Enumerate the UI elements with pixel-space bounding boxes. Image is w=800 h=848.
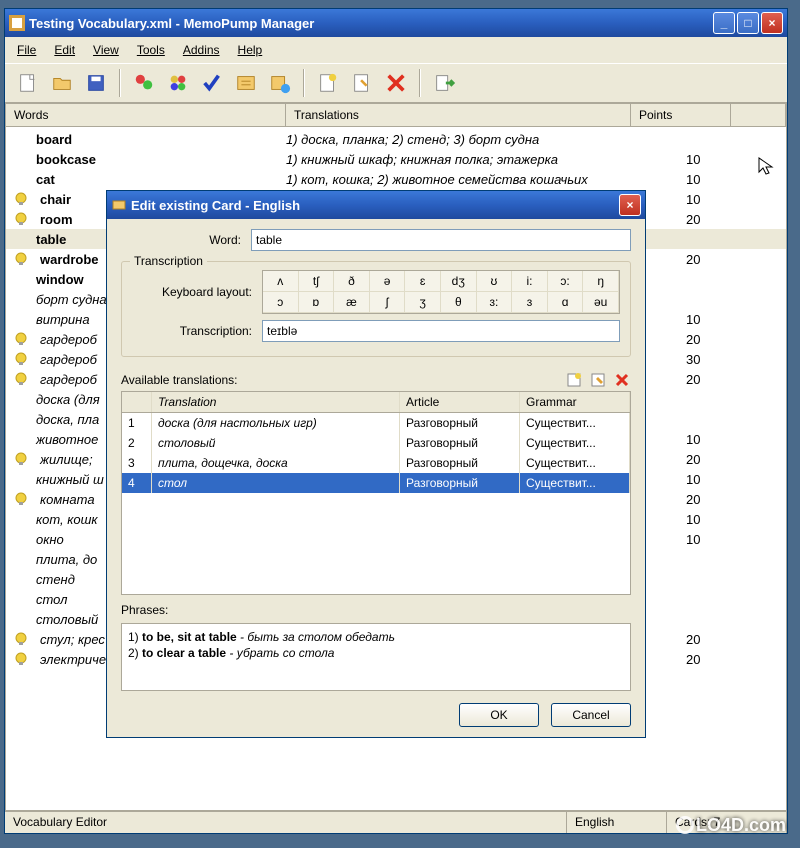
add-translation-button[interactable] [565,371,583,389]
transcription-input[interactable] [262,320,620,342]
kbd-key[interactable]: ð [334,271,370,292]
dialog-titlebar[interactable]: Edit existing Card - English × [107,191,645,219]
app-icon [9,15,25,31]
kbd-key[interactable]: ɜ [512,292,548,313]
kbd-key[interactable]: ʌ [263,271,299,292]
col-points[interactable]: Points [631,104,731,126]
kbd-key[interactable]: ɛ [405,271,441,292]
kbd-key[interactable]: ʒ [405,292,441,313]
delete-button[interactable] [381,68,411,98]
transcription-label: Transcription: [132,324,262,338]
table-row[interactable]: 1доска (для настольных игр)РазговорныйСу… [122,413,630,433]
menu-addins[interactable]: Addins [183,43,220,57]
delete-translation-button[interactable] [613,371,631,389]
menu-file[interactable]: File [17,43,36,57]
keyboard-layout[interactable]: ʌtʃðəɛdʒʊi:ɔ:ŋ ɔɒæʃʒθɜ:ɜɑəu [262,270,620,314]
card-button[interactable] [231,68,261,98]
assign-button[interactable] [265,68,295,98]
menu-edit[interactable]: Edit [54,43,75,57]
toolbar [5,63,787,103]
status-left: Vocabulary Editor [5,812,567,833]
kbd-key[interactable]: ʊ [477,271,513,292]
statusbar: Vocabulary Editor English Cards: 7 [5,811,787,833]
list-item[interactable]: bookcase1) книжный шкаф; книжная полка; … [6,149,786,169]
cursor-icon [756,156,776,176]
export-button[interactable] [429,68,459,98]
dialog-title: Edit existing Card - English [131,198,619,213]
edit-card-button[interactable] [347,68,377,98]
col-article[interactable]: Article [400,392,520,412]
status-lang: English [567,812,667,833]
menu-view[interactable]: View [93,43,119,57]
edit-translation-button[interactable] [589,371,607,389]
phrases-label: Phrases: [121,603,631,617]
kbd-key[interactable]: ŋ [583,271,619,292]
menu-help[interactable]: Help [238,43,263,57]
kbd-key[interactable]: tʃ [299,271,335,292]
kbd-key[interactable]: ɒ [299,292,335,313]
available-label: Available translations: [121,373,565,387]
window-title: Testing Vocabulary.xml - MemoPump Manage… [29,16,713,31]
col-spacer [731,104,786,126]
table-row[interactable]: 4столРазговорныйСуществит... [122,473,630,493]
col-grammar[interactable]: Grammar [520,392,630,412]
dialog-close-button[interactable]: × [619,194,641,216]
word-input[interactable] [251,229,631,251]
close-button[interactable]: × [761,12,783,34]
learn-button[interactable] [129,68,159,98]
check-button[interactable] [197,68,227,98]
table-row[interactable]: 2столовыйРазговорныйСуществит... [122,433,630,453]
col-num[interactable] [122,392,152,412]
save-button[interactable] [81,68,111,98]
list-item[interactable]: board1) доска, планка; 2) стенд; 3) борт… [6,129,786,149]
transcription-legend: Transcription [130,254,207,268]
ok-button[interactable]: OK [459,703,539,727]
main-titlebar[interactable]: Testing Vocabulary.xml - MemoPump Manage… [5,9,787,37]
menubar: File Edit View Tools Addins Help [5,37,787,63]
word-label: Word: [121,233,251,247]
list-item[interactable]: cat1) кот, кошка; 2) животное семейства … [6,169,786,189]
kbd-key[interactable]: əu [583,292,619,313]
col-translation[interactable]: Translation [152,392,400,412]
translations-table[interactable]: Translation Article Grammar 1доска (для … [121,391,631,595]
kbd-key[interactable]: ɑ [548,292,584,313]
kbd-key[interactable]: ɜ: [477,292,513,313]
col-translations[interactable]: Translations [286,104,631,126]
new-card-button[interactable] [313,68,343,98]
transcription-group: Transcription Keyboard layout: ʌtʃðəɛdʒʊ… [121,261,631,357]
kbd-key[interactable]: dʒ [441,271,477,292]
watermark: LO4D.com [676,815,786,836]
column-headers: Words Translations Points [6,104,786,127]
kbd-key[interactable]: æ [334,292,370,313]
col-words[interactable]: Words [6,104,286,126]
kbd-key[interactable]: θ [441,292,477,313]
card-icon [111,197,127,213]
kbd-key[interactable]: ʃ [370,292,406,313]
balls-button[interactable] [163,68,193,98]
kbd-key[interactable]: ɔ [263,292,299,313]
new-file-button[interactable] [13,68,43,98]
open-file-button[interactable] [47,68,77,98]
maximize-button[interactable]: □ [737,12,759,34]
minimize-button[interactable]: _ [713,12,735,34]
phrases-box: 1) to be, sit at table - быть за столом … [121,623,631,691]
edit-card-dialog: Edit existing Card - English × Word: Tra… [106,190,646,738]
menu-tools[interactable]: Tools [137,43,165,57]
kbd-key[interactable]: ɔ: [548,271,584,292]
kbd-layout-label: Keyboard layout: [132,285,262,299]
kbd-key[interactable]: ə [370,271,406,292]
table-row[interactable]: 3плита, дощечка, доскаРазговорныйСуществ… [122,453,630,473]
kbd-key[interactable]: i: [512,271,548,292]
cancel-button[interactable]: Cancel [551,703,631,727]
